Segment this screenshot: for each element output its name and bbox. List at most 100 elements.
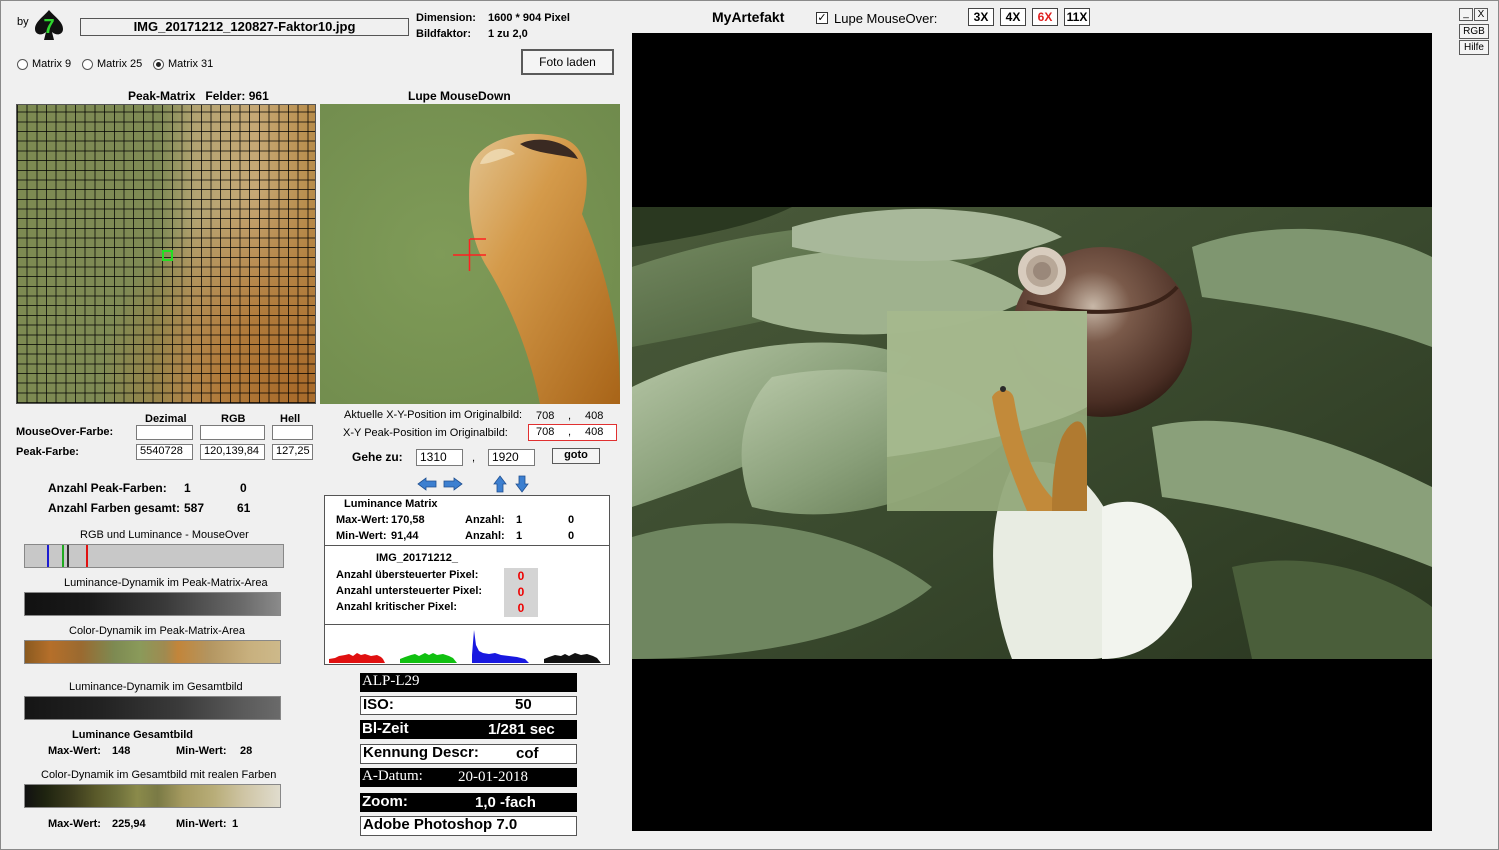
luminance-matrix-panel: Luminance Matrix Max-Wert: 170,58 Anzahl…	[324, 495, 610, 665]
mouseover-rgb-field	[200, 425, 265, 440]
lum-matrix-max-count-label: Anzahl:	[465, 514, 505, 526]
mouseover-color-label: MouseOver-Farbe:	[16, 426, 114, 438]
dimension-value: 1600 * 904 Pixel	[488, 12, 570, 24]
radio-dot	[17, 58, 28, 70]
over-label: Anzahl übersteuerter Pixel:	[336, 569, 479, 581]
goto-separator: ,	[472, 452, 476, 464]
total-colors-count-b: 61	[237, 501, 251, 515]
radio-matrix-9[interactable]: Matrix 9	[17, 58, 71, 70]
peak-y-value: 408	[585, 426, 604, 438]
color-min-value: 1	[232, 818, 239, 830]
lupe-checkbox[interactable]: ✓	[816, 12, 828, 24]
filename-field: IMG_20171212_120827-Faktor10.jpg	[80, 18, 409, 36]
zoom-value: 1,0 -fach	[475, 794, 536, 811]
peak-hell-field: 127,25	[272, 444, 313, 460]
lum-peak-bar	[24, 592, 281, 616]
color-total-label: Color-Dynamik im Gesamtbild mit realen F…	[41, 769, 277, 781]
lum-max-value: 148	[112, 745, 131, 757]
iso-value: 50	[515, 696, 532, 713]
current-x-value: 708	[536, 410, 555, 422]
pixel-counts-box: 0 0 0	[504, 568, 538, 617]
iso-label: ISO:	[363, 696, 394, 713]
radio-dot-selected	[153, 58, 164, 70]
peak-position-box: 708 , 408	[528, 424, 617, 441]
snail-photo	[632, 207, 1432, 659]
color-max-value: 225,94	[112, 818, 146, 830]
color-peak-label: Color-Dynamik im Peak-Matrix-Area	[69, 625, 246, 637]
peak-color-label: Peak-Farbe:	[16, 446, 79, 458]
lupe-mousedown-title: Lupe MouseDown	[408, 89, 511, 103]
arrow-up-icon[interactable]	[493, 475, 507, 496]
lum-peak-label: Luminance-Dynamik im Peak-Matrix-Area	[64, 577, 268, 589]
radio-matrix-31[interactable]: Matrix 31	[153, 58, 213, 70]
blue-marker	[47, 545, 49, 567]
under-value: 0	[517, 585, 525, 599]
arrow-left-icon[interactable]	[417, 477, 437, 494]
camera-model: ALP-L29	[360, 673, 577, 692]
current-position-label: Aktuelle X-Y-Position im Originalbild:	[344, 409, 523, 421]
arrow-right-icon[interactable]	[443, 477, 463, 494]
stats-image-name: IMG_20171212_	[376, 552, 458, 564]
exposure-row: Bl-Zeit 1/281 sec	[360, 720, 577, 739]
help-button[interactable]: Hilfe	[1459, 40, 1489, 55]
app-title: MyArtefakt	[712, 9, 785, 25]
lupe-label: Lupe MouseOver:	[834, 11, 938, 26]
goto-label: Gehe zu:	[352, 450, 403, 464]
current-y-value: 408	[585, 410, 604, 422]
peak-separator: ,	[568, 426, 572, 438]
date-value: 20-01-2018	[458, 769, 528, 785]
radio-dot	[82, 58, 93, 70]
goto-x-input[interactable]: 1310	[416, 449, 463, 466]
zoom-row: Zoom: 1,0 -fach	[360, 793, 577, 812]
arrow-down-icon[interactable]	[515, 475, 529, 496]
histogram-blue	[472, 630, 529, 663]
logo-digit: 7	[43, 16, 54, 38]
critical-value: 0	[517, 601, 525, 615]
color-total-bar	[24, 784, 281, 808]
goto-button[interactable]: goto	[552, 448, 600, 464]
histogram-green	[400, 653, 457, 663]
exposure-label: Bl-Zeit	[362, 720, 409, 737]
by-label: by	[17, 16, 29, 28]
peak-x-value: 708	[536, 426, 555, 438]
peak-colors-count-label: Anzahl Peak-Farben:	[48, 481, 167, 495]
zoom-6x-button[interactable]: 6X	[1032, 8, 1058, 26]
lum-total-label: Luminance-Dynamik im Gesamtbild	[69, 681, 243, 693]
lum-min-label: Min-Wert:	[176, 745, 227, 757]
lupe-mousedown-view[interactable]	[320, 104, 620, 404]
lum-matrix-min-label: Min-Wert:	[336, 530, 387, 542]
radio-matrix-25[interactable]: Matrix 25	[82, 58, 142, 70]
dimension-label: Dimension:	[416, 12, 476, 24]
goto-y-input[interactable]: 1920	[488, 449, 535, 466]
minimize-button[interactable]: _	[1459, 8, 1473, 21]
peak-marker	[162, 250, 173, 261]
color-max-label: Max-Wert:	[48, 818, 101, 830]
main-photo-view[interactable]	[632, 33, 1432, 831]
peak-position-label: X-Y Peak-Position im Originalbild:	[343, 427, 508, 439]
col-dezimal-header: Dezimal	[145, 413, 187, 425]
foto-laden-button[interactable]: Foto laden	[521, 49, 614, 75]
zoom-4x-button[interactable]: 4X	[1000, 8, 1026, 26]
lum-matrix-min-value: 91,44	[391, 530, 419, 542]
spade-logo-icon: 7	[32, 8, 66, 42]
lum-matrix-title: Luminance Matrix	[344, 498, 438, 510]
peak-matrix-grid[interactable]	[16, 104, 316, 404]
histograms	[325, 625, 609, 664]
peak-dezimal-field: 5540728	[136, 444, 193, 460]
descr-value: cof	[516, 745, 539, 762]
lum-matrix-max-label: Max-Wert:	[336, 514, 389, 526]
factor-value: 1 zu 2,0	[488, 28, 528, 40]
rgb-lum-bar	[24, 544, 284, 568]
iso-row: ISO: 50	[360, 696, 577, 715]
zoom-11x-button[interactable]: 11X	[1064, 8, 1090, 26]
color-peak-bar	[24, 640, 281, 664]
rgb-button[interactable]: RGB	[1459, 24, 1489, 39]
lum-matrix-max-value: 170,58	[391, 514, 425, 526]
zoom-3x-button[interactable]: 3X	[968, 8, 994, 26]
date-row: A-Datum: 20-01-2018	[360, 768, 577, 787]
magnified-snail-image	[320, 104, 620, 404]
lum-matrix-max-count-b: 0	[568, 514, 575, 526]
total-colors-count-label: Anzahl Farben gesamt:	[48, 501, 181, 515]
close-button[interactable]: X	[1474, 8, 1488, 21]
peak-colors-count-b: 0	[240, 481, 247, 495]
